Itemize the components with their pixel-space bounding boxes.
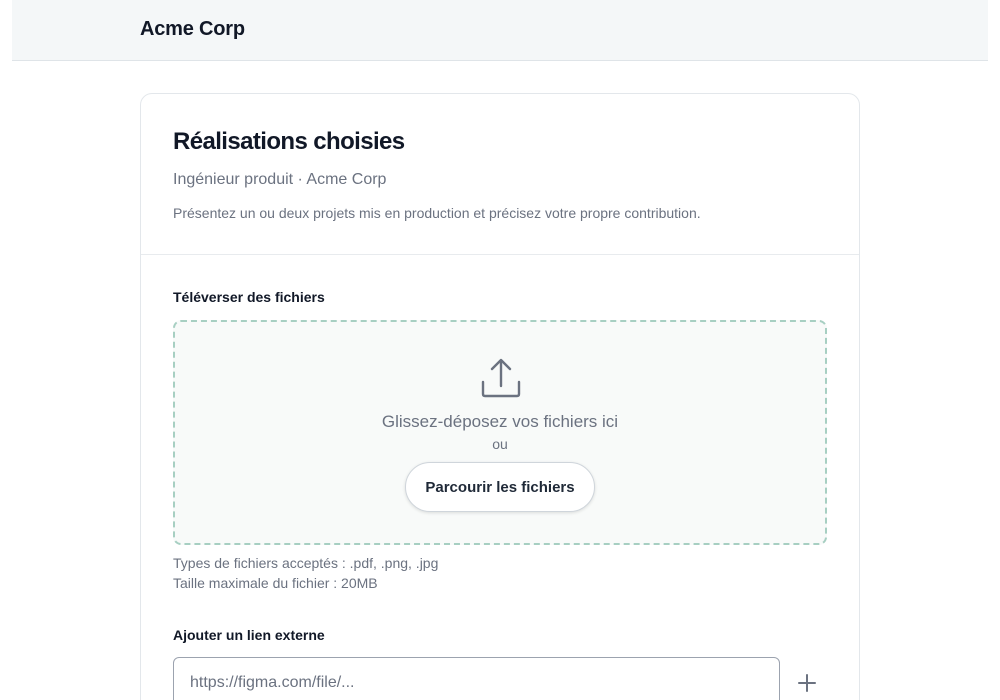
top-bar: Acme Corp xyxy=(12,0,988,61)
section-description: Présentez un ou deux projets mis en prod… xyxy=(173,205,701,221)
drop-instructions: Glissez-déposez vos fichiers ici xyxy=(381,412,619,431)
form-card: Réalisations choisies Ingénieur produit … xyxy=(140,93,860,700)
upload-label: Téléverser des fichiers xyxy=(173,289,325,305)
max-file-size: Taille maximale du fichier : 20MB xyxy=(173,575,378,591)
card-header: Réalisations choisies Ingénieur produit … xyxy=(141,94,859,255)
add-link-button[interactable] xyxy=(789,669,825,697)
plus-icon xyxy=(798,674,816,692)
external-link-label: Ajouter un lien externe xyxy=(173,627,325,643)
page-title: Réalisations choisies xyxy=(173,128,405,155)
external-link-input[interactable] xyxy=(173,657,780,700)
brand-name: Acme Corp xyxy=(140,18,245,40)
upload-icon xyxy=(481,358,521,398)
browse-files-button[interactable]: Parcourir les fichiers xyxy=(405,462,595,512)
file-dropzone[interactable]: Glissez-déposez vos fichiers ici ou Parc… xyxy=(173,320,827,545)
or-separator: ou xyxy=(492,436,508,452)
job-subtitle: Ingénieur produit · Acme Corp xyxy=(173,171,387,188)
accepted-file-types: Types de fichiers acceptés : .pdf, .png,… xyxy=(173,555,439,571)
